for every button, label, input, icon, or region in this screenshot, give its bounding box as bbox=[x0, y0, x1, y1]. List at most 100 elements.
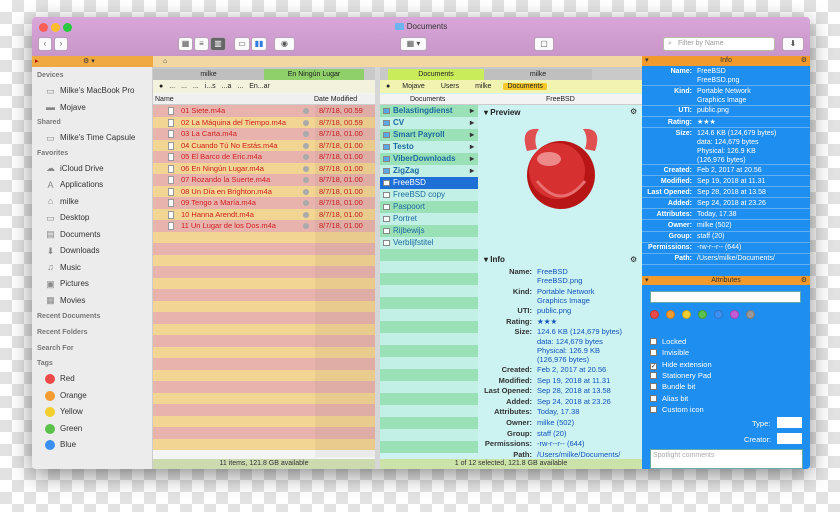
gear-icon[interactable] bbox=[303, 154, 309, 160]
collapse-arrow-icon[interactable]: ▾ bbox=[645, 276, 649, 285]
checkbox-box[interactable] bbox=[650, 394, 657, 402]
folder-row[interactable]: ZigZag ▸ bbox=[380, 165, 478, 177]
checkbox-box[interactable] bbox=[650, 338, 657, 345]
gear-icon[interactable] bbox=[303, 165, 309, 172]
sidebar-item-mojave[interactable]: ▬ Mojave bbox=[32, 100, 152, 117]
path-component[interactable]: ... bbox=[181, 83, 187, 90]
sidebar-item-downloads[interactable]: ⬇ Downloads bbox=[32, 243, 152, 260]
checkbox-locked[interactable]: Locked bbox=[650, 336, 686, 347]
dual-pane-button[interactable]: ▮▮ bbox=[251, 37, 267, 51]
sidebar-item-search-for[interactable]: Search For bbox=[32, 341, 152, 357]
tab-en-ningun-lugar[interactable]: En Ningún Lugar bbox=[264, 69, 364, 80]
home-icon[interactable]: ⌂ bbox=[163, 56, 167, 67]
download-button[interactable]: ⬇ bbox=[782, 37, 804, 51]
checkbox-box[interactable]: ✓ bbox=[650, 362, 657, 370]
arrange-button[interactable]: ▦ ▾ bbox=[400, 37, 427, 51]
gear-icon[interactable] bbox=[303, 223, 309, 229]
path-component[interactable]: Users bbox=[437, 83, 463, 90]
tag-color-dot[interactable] bbox=[698, 310, 707, 319]
tag-color-dot[interactable] bbox=[730, 310, 739, 319]
path-component[interactable]: ... bbox=[193, 83, 199, 90]
folder-row[interactable]: ViberDownloads ▸ bbox=[380, 153, 478, 165]
checkbox-box[interactable] bbox=[650, 383, 657, 391]
sidebar-item-recent-documents[interactable]: Recent Documents bbox=[32, 309, 152, 325]
tab-documents[interactable]: Documents bbox=[388, 69, 484, 80]
path-component[interactable]: i...s bbox=[205, 83, 216, 90]
folder-row[interactable]: Testo ▸ bbox=[380, 141, 478, 153]
file-row[interactable]: FreeBSD copy bbox=[380, 189, 478, 201]
path-component[interactable]: milke bbox=[471, 83, 495, 90]
creator-field[interactable] bbox=[777, 433, 802, 444]
path-component[interactable]: ...a bbox=[222, 83, 232, 90]
file-row[interactable]: Paspoort bbox=[380, 201, 478, 213]
gear-icon[interactable] bbox=[303, 142, 309, 149]
sidebar-item-documents[interactable]: ▤ Documents bbox=[32, 227, 152, 244]
checkbox-box[interactable] bbox=[650, 371, 657, 379]
date-column-header[interactable]: Date Modified bbox=[314, 94, 357, 105]
tag-color-dot[interactable] bbox=[714, 310, 723, 319]
disclosure-triangle-icon[interactable]: ▾ bbox=[484, 108, 488, 117]
sidebar-tag-yellow[interactable]: Yellow bbox=[32, 404, 152, 421]
quick-look-button[interactable]: ◉ bbox=[274, 37, 295, 51]
tag-color-dot[interactable] bbox=[666, 310, 675, 319]
icon-view-button[interactable]: ▦ bbox=[178, 37, 193, 51]
path-component[interactable]: En...ar bbox=[249, 83, 270, 90]
checkbox-box[interactable] bbox=[650, 405, 657, 413]
type-field[interactable] bbox=[777, 417, 802, 428]
gear-icon[interactable]: ⚙ bbox=[630, 255, 637, 264]
gear-icon[interactable]: ⚙ bbox=[801, 276, 807, 285]
disclosure-triangle-icon[interactable]: ▾ bbox=[484, 255, 488, 264]
file-row[interactable]: FreeBSD bbox=[380, 177, 478, 189]
checkbox-custom-icon[interactable]: Custom icon bbox=[650, 404, 704, 415]
gear-icon[interactable] bbox=[303, 177, 309, 183]
sidebar-item-milke-s-macbook-pro[interactable]: ▭ Milke's MacBook Pro bbox=[32, 83, 152, 100]
get-info-button[interactable]: ▢ bbox=[534, 37, 554, 51]
back-button[interactable]: ‹ bbox=[38, 37, 52, 51]
tag-color-dot[interactable] bbox=[682, 310, 691, 319]
sidebar-tag-green[interactable]: Green bbox=[32, 421, 152, 438]
file-name-field[interactable] bbox=[650, 291, 801, 303]
sidebar-item-milke[interactable]: ⌂ milke bbox=[32, 194, 152, 211]
list-view-button[interactable]: ≡ bbox=[194, 37, 209, 51]
path-component[interactable]: ... bbox=[169, 83, 175, 90]
sidebar-item-movies[interactable]: ▦ Movies bbox=[32, 293, 152, 310]
gear-icon[interactable]: ⚙ bbox=[801, 56, 807, 66]
disk-icon[interactable]: ● bbox=[159, 83, 163, 90]
tab-milke-2[interactable]: milke bbox=[484, 69, 592, 80]
filter-search-input[interactable]: ⌕ Filter by Name bbox=[663, 37, 775, 51]
single-pane-button[interactable]: ▭ bbox=[234, 37, 250, 51]
tab-milke[interactable]: milke bbox=[153, 69, 264, 80]
folder-row[interactable]: Belastingdienst ▸ bbox=[380, 105, 478, 117]
checkbox-bundle-bit[interactable]: Bundle bit bbox=[650, 381, 695, 392]
path-component[interactable]: Documents bbox=[503, 83, 547, 90]
spotlight-comments-field[interactable]: Spotlight comments bbox=[650, 449, 803, 469]
sidebar-item-desktop[interactable]: ▭ Desktop bbox=[32, 210, 152, 227]
file-row[interactable]: Portret bbox=[380, 213, 478, 225]
checkbox-alias-bit[interactable]: Alias bit bbox=[650, 393, 688, 404]
disk-icon[interactable]: ● bbox=[386, 83, 390, 90]
path-component[interactable]: ... bbox=[237, 83, 243, 90]
name-column-header[interactable]: Name bbox=[155, 94, 174, 105]
sidebar-item-pictures[interactable]: ▣ Pictures bbox=[32, 276, 152, 293]
gear-icon[interactable]: ⚙ ▾ bbox=[83, 56, 95, 67]
gear-icon[interactable]: ⚙ bbox=[630, 107, 637, 116]
sidebar-item-music[interactable]: ♫ Music bbox=[32, 260, 152, 277]
sidebar-item-icloud-drive[interactable]: ☁ iCloud Drive bbox=[32, 161, 152, 178]
checkbox-invisible[interactable]: Invisible bbox=[650, 347, 689, 358]
checkbox-stationery-pad[interactable]: Stationery Pad bbox=[650, 370, 711, 381]
path-component[interactable]: Mojave bbox=[398, 83, 429, 90]
gear-icon[interactable] bbox=[303, 131, 309, 137]
collapse-arrow-icon[interactable]: ▾ bbox=[645, 56, 649, 66]
gear-icon[interactable] bbox=[303, 188, 309, 195]
gear-icon[interactable] bbox=[303, 211, 309, 218]
sidebar-tag-blue[interactable]: Blue bbox=[32, 437, 152, 454]
file-row[interactable]: Rijbewijs bbox=[380, 225, 478, 237]
file-row[interactable]: Verblijfstitel bbox=[380, 237, 478, 249]
collapse-arrow-icon[interactable]: ▸ bbox=[35, 56, 39, 67]
tag-color-dot[interactable] bbox=[650, 310, 659, 319]
gear-icon[interactable] bbox=[303, 200, 309, 206]
sidebar-item-milke-s-time-capsule[interactable]: ▭ Milke's Time Capsule bbox=[32, 130, 152, 147]
forward-button[interactable]: › bbox=[54, 37, 68, 51]
checkbox-box[interactable] bbox=[650, 349, 657, 357]
sidebar-item-recent-folders[interactable]: Recent Folders bbox=[32, 325, 152, 341]
